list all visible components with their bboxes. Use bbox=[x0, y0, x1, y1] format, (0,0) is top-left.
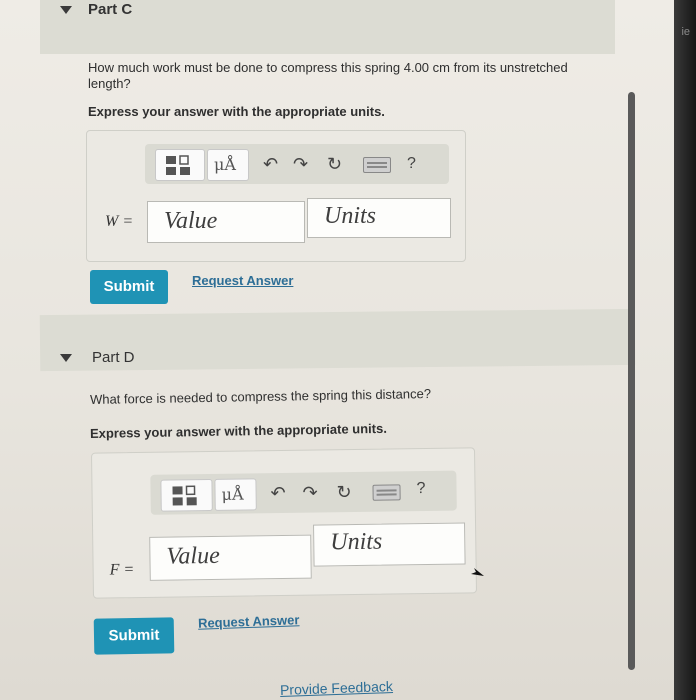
matrix-template-icon bbox=[172, 485, 197, 506]
units-button[interactable]: μÅ bbox=[214, 478, 257, 511]
variable-label: F = bbox=[109, 561, 135, 579]
provide-feedback-link[interactable]: Provide Feedback bbox=[280, 678, 393, 698]
part-c-question: How much work must be done to compress t… bbox=[88, 60, 588, 92]
undo-icon[interactable]: ↶ bbox=[270, 483, 285, 503]
assignment-page: Part C How much work must be done to com… bbox=[0, 0, 696, 700]
matrix-template-icon bbox=[166, 155, 190, 175]
part-c-answer-box: μÅ ↶ ↷ ↻ ? W = Value Units bbox=[86, 130, 466, 262]
templates-button[interactable] bbox=[160, 478, 213, 512]
keyboard-icon[interactable] bbox=[372, 484, 401, 501]
redo-icon[interactable]: ↷ bbox=[293, 155, 308, 173]
variable-label: W = bbox=[105, 213, 134, 230]
part-c-title: Part C bbox=[88, 1, 133, 18]
question-line: length? bbox=[88, 76, 131, 91]
units-input[interactable]: Units bbox=[313, 522, 466, 567]
units-button[interactable]: μÅ bbox=[207, 149, 249, 181]
part-d-question: What force is needed to compress the spr… bbox=[89, 386, 432, 407]
mouse-cursor-icon bbox=[471, 568, 484, 576]
reset-icon[interactable]: ↻ bbox=[327, 155, 342, 173]
collapse-caret-icon[interactable] bbox=[60, 6, 72, 14]
units-symbol: μÅ bbox=[214, 155, 236, 174]
value-placeholder: Value bbox=[164, 208, 218, 234]
help-icon[interactable]: ? bbox=[407, 155, 416, 173]
keyboard-icon[interactable] bbox=[363, 157, 391, 173]
part-c-instruction: Express your answer with the appropriate… bbox=[88, 104, 385, 119]
units-input[interactable]: Units bbox=[307, 198, 451, 238]
collapse-caret-icon[interactable] bbox=[60, 354, 72, 362]
math-toolbar: μÅ ↶ ↷ ↻ ? bbox=[150, 470, 457, 515]
redo-icon[interactable]: ↷ bbox=[302, 483, 317, 503]
templates-button[interactable] bbox=[155, 149, 205, 181]
units-placeholder: Units bbox=[324, 203, 377, 229]
units-symbol: μÅ bbox=[221, 484, 244, 504]
screen-edge bbox=[674, 0, 696, 700]
submit-button[interactable]: Submit bbox=[90, 270, 168, 304]
submit-button[interactable]: Submit bbox=[93, 617, 175, 655]
part-d-answer-box: μÅ ↶ ↷ ↻ ? F = Value Units bbox=[90, 447, 478, 599]
reset-icon[interactable]: ↻ bbox=[336, 482, 351, 502]
request-answer-link[interactable]: Request Answer bbox=[198, 612, 300, 631]
request-answer-link[interactable]: Request Answer bbox=[192, 273, 293, 288]
scrollbar[interactable] bbox=[628, 92, 635, 670]
undo-icon[interactable]: ↶ bbox=[263, 155, 278, 173]
math-toolbar: μÅ ↶ ↷ ↻ ? bbox=[145, 144, 449, 184]
edge-text: ie bbox=[681, 26, 690, 38]
value-placeholder: Value bbox=[166, 542, 220, 570]
part-d-title: Part D bbox=[92, 349, 135, 366]
value-input[interactable]: Value bbox=[147, 201, 305, 243]
help-icon[interactable]: ? bbox=[416, 480, 425, 498]
value-input[interactable]: Value bbox=[149, 534, 312, 581]
units-placeholder: Units bbox=[330, 528, 383, 556]
part-d-instruction: Express your answer with the appropriate… bbox=[89, 420, 387, 441]
question-line: How much work must be done to compress t… bbox=[88, 60, 568, 75]
